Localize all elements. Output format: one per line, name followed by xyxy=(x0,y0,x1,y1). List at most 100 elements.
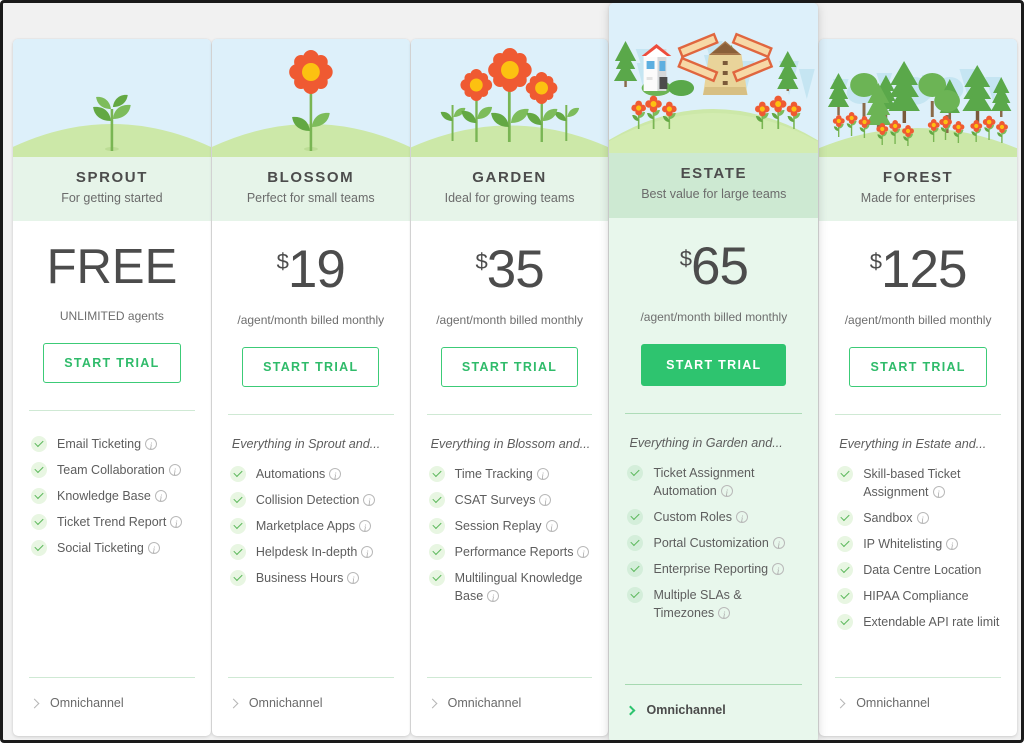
info-icon[interactable] xyxy=(145,437,158,455)
feature-label-wrap: Team Collaboration xyxy=(57,461,181,481)
start-trial-button[interactable]: START TRIAL xyxy=(43,343,181,383)
plan-header: BLOSSOM Perfect for small teams xyxy=(211,157,410,221)
footer-divider xyxy=(835,677,1002,678)
feature-item: HIPAA Compliance xyxy=(833,587,1003,605)
chevron-right-icon xyxy=(29,698,40,708)
info-icon[interactable] xyxy=(329,467,342,485)
feature-label: Social Ticketing xyxy=(57,541,144,555)
info-icon[interactable] xyxy=(154,489,167,507)
feature-item: Performance Reports xyxy=(425,543,595,563)
info-icon[interactable] xyxy=(536,467,549,485)
feature-list: Ticket Assignment Automation Custom Roles… xyxy=(623,464,804,624)
check-icon xyxy=(31,514,47,530)
plan-tagline: Best value for large teams xyxy=(641,187,787,201)
features-divider xyxy=(625,413,803,414)
omnichannel-label: Omnichannel xyxy=(646,703,726,717)
info-icon[interactable] xyxy=(946,537,959,555)
plan-price: $35 xyxy=(411,243,609,296)
info-icon[interactable] xyxy=(772,562,785,580)
check-icon xyxy=(627,509,644,525)
feature-label-wrap: IP Whitelisting xyxy=(863,535,959,555)
cta-wrapper: START TRIAL xyxy=(609,324,818,386)
info-icon[interactable] xyxy=(170,515,183,533)
feature-label: Business Hours xyxy=(255,571,344,585)
feature-label: Sandbox xyxy=(863,511,913,525)
info-icon[interactable] xyxy=(363,493,376,511)
feature-item: Multilingual Knowledge Base xyxy=(425,569,595,607)
billing-note: /agent/month billed monthly xyxy=(237,313,385,327)
omnichannel-label: Omnichannel xyxy=(248,696,323,710)
omnichannel-expander[interactable]: Omnichannel xyxy=(623,703,804,717)
plan-name: GARDEN xyxy=(472,169,547,186)
start-trial-button[interactable]: START TRIAL xyxy=(849,347,987,387)
feature-item: Business Hours xyxy=(226,569,396,589)
inherits-label: Everything in Estate and... xyxy=(839,437,987,451)
info-icon[interactable] xyxy=(545,519,558,537)
omnichannel-expander[interactable]: Omnichannel xyxy=(833,696,1003,710)
info-icon[interactable] xyxy=(539,493,552,511)
start-trial-button[interactable]: START TRIAL xyxy=(242,347,380,387)
pricing-plans-row: SPROUT For getting started FREE UNLIMITED a… xyxy=(13,3,1018,740)
feature-item: Session Replay xyxy=(425,517,595,537)
start-trial-button[interactable]: START TRIAL xyxy=(440,347,579,387)
info-icon[interactable] xyxy=(735,510,748,528)
feature-label: Marketplace Apps xyxy=(255,519,356,533)
check-icon xyxy=(837,588,854,604)
feature-list: Automations Collision Detection Marketplac… xyxy=(226,465,396,589)
feature-label-wrap: Knowledge Base xyxy=(57,487,167,507)
info-icon[interactable] xyxy=(487,589,500,607)
feature-item: Marketplace Apps xyxy=(226,517,396,537)
feature-label-wrap: Email Ticketing xyxy=(57,435,158,455)
feature-item: Automations xyxy=(226,465,396,485)
info-icon[interactable] xyxy=(772,536,785,554)
omnichannel-expander[interactable]: Omnichannel xyxy=(226,696,396,710)
feature-label-wrap: Skill-based Ticket Assignment xyxy=(863,465,1003,503)
feature-label: Email Ticketing xyxy=(57,437,142,451)
feature-label: CSAT Surveys xyxy=(454,493,536,507)
flower-illustration xyxy=(211,39,410,157)
feature-label-wrap: CSAT Surveys xyxy=(454,491,552,511)
check-icon xyxy=(31,436,47,452)
feature-list: Time Tracking CSAT Surveys Session Replay P… xyxy=(425,465,595,607)
features-section: Everything in Sprout and... Automations Co… xyxy=(212,387,410,677)
feature-item: Knowledge Base xyxy=(27,487,197,507)
features-section: Everything in Blossom and... Time Trackin… xyxy=(411,387,609,677)
omnichannel-expander[interactable]: Omnichannel xyxy=(425,696,595,710)
info-icon[interactable] xyxy=(932,485,945,503)
billing-note: /agent/month billed monthly xyxy=(640,310,788,324)
info-icon[interactable] xyxy=(359,519,372,537)
feature-list: Email Ticketing Team Collaboration Knowled… xyxy=(27,435,197,559)
feature-item: Extendable API rate limit xyxy=(833,613,1003,631)
info-icon[interactable] xyxy=(361,545,374,563)
info-icon[interactable] xyxy=(347,571,360,589)
estate-illustration xyxy=(609,3,819,153)
info-icon[interactable] xyxy=(168,463,181,481)
feature-label-wrap: Session Replay xyxy=(454,517,558,537)
info-icon[interactable] xyxy=(147,541,160,559)
price-amount: 125 xyxy=(881,240,967,299)
feature-list: Skill-based Ticket Assignment Sandbox IP W… xyxy=(833,465,1003,631)
info-icon[interactable] xyxy=(916,511,929,529)
check-icon xyxy=(229,492,246,508)
check-icon xyxy=(229,570,246,586)
chevron-right-icon xyxy=(835,698,846,708)
check-icon xyxy=(627,465,644,481)
check-icon xyxy=(229,544,246,560)
cta-wrapper: START TRIAL xyxy=(411,327,609,387)
omnichannel-label: Omnichannel xyxy=(50,696,124,710)
info-icon[interactable] xyxy=(577,545,590,563)
price-block: $35/agent/month billed monthly xyxy=(411,221,609,327)
omnichannel-label: Omnichannel xyxy=(447,696,522,710)
feature-item: Time Tracking xyxy=(425,465,595,485)
features-divider xyxy=(835,414,1002,415)
feature-label: Helpdesk In-depth xyxy=(255,545,358,559)
price-block: $19/agent/month billed monthly xyxy=(212,221,410,327)
feature-label: Session Replay xyxy=(454,519,542,533)
info-icon[interactable] xyxy=(718,606,731,624)
start-trial-button[interactable]: START TRIAL xyxy=(641,344,787,386)
card-footer: Omnichannel xyxy=(212,677,410,736)
info-icon[interactable] xyxy=(720,484,733,502)
feature-label-wrap: Helpdesk In-depth xyxy=(255,543,374,563)
omnichannel-expander[interactable]: Omnichannel xyxy=(27,696,197,710)
check-icon xyxy=(837,614,854,630)
